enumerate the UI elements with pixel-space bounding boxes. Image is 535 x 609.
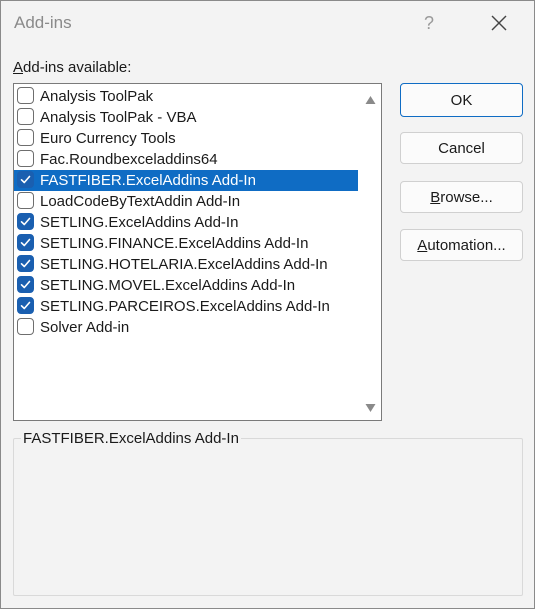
ok-button[interactable]: OK (400, 83, 523, 117)
checkbox[interactable] (17, 255, 34, 272)
checkbox[interactable] (17, 234, 34, 251)
list-item[interactable]: Analysis ToolPak (14, 86, 358, 107)
checkbox[interactable] (17, 276, 34, 293)
checkbox[interactable] (17, 129, 34, 146)
scroll-up-arrow-icon[interactable] (365, 95, 376, 105)
checkmark-icon (20, 280, 31, 289)
dialog-title: Add-ins (14, 13, 72, 32)
browse-button[interactable]: Browse... (400, 181, 523, 213)
add-ins-listbox[interactable]: Analysis ToolPak Analysis ToolPak - VBA Eu… (13, 83, 382, 421)
list-item[interactable]: Analysis ToolPak - VBA (14, 107, 358, 128)
list-item[interactable]: LoadCodeByTextAddin Add-In (14, 191, 358, 212)
list-item-label: Analysis ToolPak - VBA (40, 109, 197, 126)
selected-add-in-description: FASTFIBER.ExcelAddins Add-In (21, 430, 241, 447)
list-item[interactable]: FASTFIBER.ExcelAddins Add-In (14, 170, 358, 191)
checkbox[interactable] (17, 213, 34, 230)
checkmark-icon (20, 238, 31, 247)
list-item[interactable]: Solver Add-in (14, 317, 358, 338)
list-item[interactable]: SETLING.ExcelAddins Add-In (14, 212, 358, 233)
list-item-label: SETLING.ExcelAddins Add-In (40, 214, 239, 231)
title-bar: Add-ins ? (1, 1, 534, 45)
list-item-label: FASTFIBER.ExcelAddins Add-In (40, 172, 256, 189)
scroll-down-arrow-icon[interactable] (365, 403, 376, 413)
checkbox[interactable] (17, 108, 34, 125)
browse-text: rowse... (440, 188, 493, 206)
checkbox[interactable] (17, 87, 34, 104)
add-ins-dialog: Add-ins ? Add-ins available: Analysis To… (0, 0, 535, 609)
browse-mnemonic: B (430, 188, 441, 206)
list-item[interactable]: Euro Currency Tools (14, 128, 358, 149)
checkbox[interactable] (17, 192, 34, 209)
help-button[interactable]: ? (406, 5, 452, 41)
list-item-label: Solver Add-in (40, 319, 130, 336)
list-item-label: Analysis ToolPak (40, 88, 154, 105)
list-item[interactable]: Fac.Roundbexceladdins64 (14, 149, 358, 170)
checkmark-icon (20, 259, 31, 268)
list-item-label: SETLING.MOVEL.ExcelAddins Add-In (40, 277, 296, 294)
cancel-button[interactable]: Cancel (400, 132, 523, 164)
checkbox[interactable] (17, 171, 34, 188)
list-item-label: LoadCodeByTextAddin Add-In (40, 193, 241, 210)
automation-text: utomation... (427, 236, 506, 254)
label-mnemonic: A (13, 59, 24, 76)
description-group (13, 438, 523, 596)
checkbox[interactable] (17, 150, 34, 167)
list-item-label: Fac.Roundbexceladdins64 (40, 151, 218, 168)
automation-mnemonic: A (417, 236, 428, 254)
list-item-label: SETLING.HOTELARIA.ExcelAddins Add-In (40, 256, 328, 273)
close-button[interactable] (476, 5, 522, 41)
automation-button[interactable]: Automation... (400, 229, 523, 261)
label-text: dd-ins available: (23, 59, 132, 76)
add-ins-available-label: Add-ins available: (13, 59, 131, 76)
checkmark-icon (20, 217, 31, 226)
checkmark-icon (20, 175, 31, 184)
list-item-label: Euro Currency Tools (40, 130, 176, 147)
close-icon (491, 15, 507, 31)
list-item-label: SETLING.PARCEIROS.ExcelAddins Add-In (40, 298, 330, 315)
vertical-scrollbar[interactable] (361, 85, 380, 419)
list-item[interactable]: SETLING.HOTELARIA.ExcelAddins Add-In (14, 254, 358, 275)
add-ins-list: Analysis ToolPak Analysis ToolPak - VBA Eu… (14, 86, 358, 338)
checkmark-icon (20, 301, 31, 310)
list-item[interactable]: SETLING.FINANCE.ExcelAddins Add-In (14, 233, 358, 254)
checkbox[interactable] (17, 297, 34, 314)
list-item-label: SETLING.FINANCE.ExcelAddins Add-In (40, 235, 309, 252)
list-item[interactable]: SETLING.PARCEIROS.ExcelAddins Add-In (14, 296, 358, 317)
checkbox[interactable] (17, 318, 34, 335)
list-item[interactable]: SETLING.MOVEL.ExcelAddins Add-In (14, 275, 358, 296)
